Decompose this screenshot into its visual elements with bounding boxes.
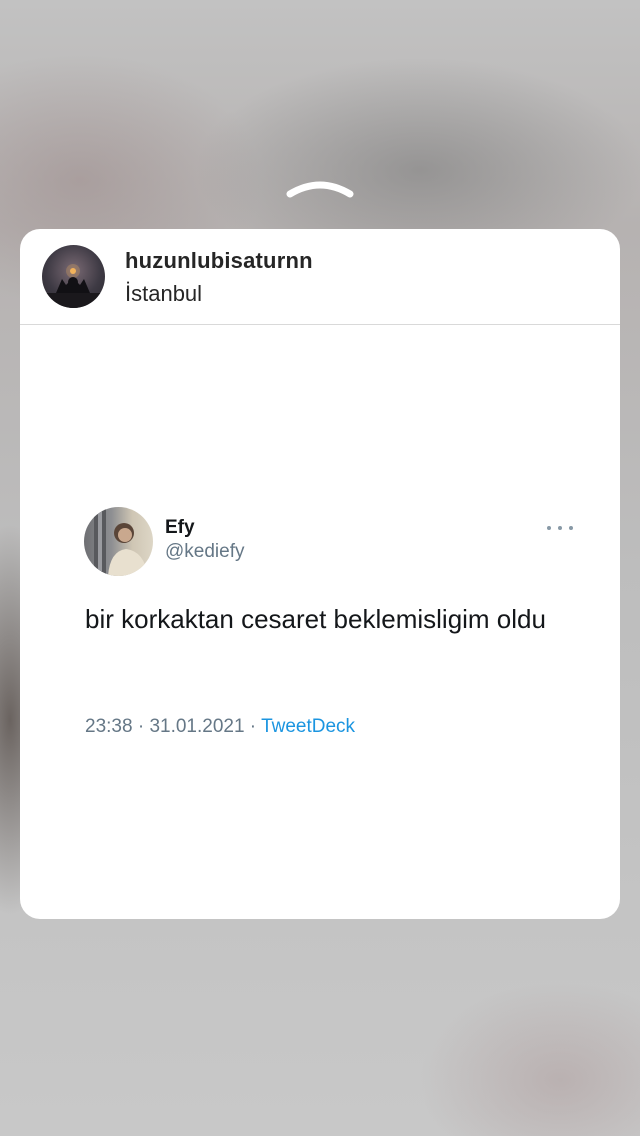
post-location[interactable]: İstanbul — [125, 281, 202, 307]
tweet-author-name: Efy — [165, 517, 195, 538]
preview-card: huzunlubisaturnn İstanbul Efy @kediefy b… — [20, 229, 620, 919]
tweet-time: 23:38 — [85, 716, 133, 737]
tweet-author-handle: @kediefy — [165, 541, 245, 562]
tweet-avatar — [84, 507, 153, 576]
more-dot — [569, 526, 573, 530]
profile-photo-icon — [42, 264, 105, 308]
more-dot — [547, 526, 551, 530]
post-username[interactable]: huzunlubisaturnn — [125, 248, 313, 274]
more-dot — [558, 526, 562, 530]
avatar[interactable] — [42, 245, 105, 308]
chevron-up-icon[interactable] — [284, 172, 356, 202]
meta-separator: · — [244, 716, 262, 737]
post-header: huzunlubisaturnn İstanbul — [20, 229, 620, 325]
tweet-metadata: 23:38 · 31.01.2021 · TweetDeck — [85, 716, 355, 738]
tweet-profile-photo-icon — [94, 507, 148, 576]
tweet-date: 31.01.2021 — [149, 716, 245, 737]
tweet-source-link[interactable]: TweetDeck — [261, 716, 355, 737]
more-horizontal-icon[interactable] — [547, 523, 573, 533]
meta-separator: · — [132, 716, 150, 737]
tweet-text: bir korkaktan cesaret beklemisligim oldu — [85, 604, 546, 634]
